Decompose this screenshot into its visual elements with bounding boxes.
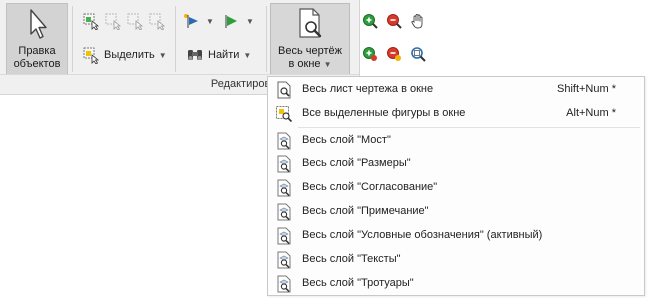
zoom-all-button[interactable]: Весь чертёж в окне ▼ (270, 3, 350, 75)
layer-zoom-icon (277, 132, 291, 150)
select-similar-icon[interactable] (148, 12, 166, 30)
select-icon (83, 47, 100, 64)
next-view-button[interactable]: ▼ (222, 12, 254, 30)
binoculars-icon (188, 50, 202, 60)
menu-item-label: Весь слой "Примечание" (302, 205, 429, 217)
edit-objects-label-2: объектов (13, 58, 61, 70)
menu-item-label: Весь слой "Мост" (302, 134, 391, 146)
layer-zoom-icon (277, 275, 291, 293)
menu-item-layer[interactable]: Весь слой "Примечание" (268, 200, 644, 224)
menu-item-label: Весь слой "Тротуары" (302, 277, 414, 289)
menu-item-label: Весь слой "Согласование" (302, 181, 438, 193)
select-button[interactable]: Выделить ▼ (82, 46, 167, 64)
select-by-layer-icon[interactable] (126, 12, 144, 30)
menu-item-shortcut: Alt+Num * (566, 107, 616, 119)
menu-item-label: Весь слой "Условные обозначения" (активн… (302, 229, 543, 241)
zoom-previous-icon[interactable] (362, 46, 378, 62)
chevron-down-icon: ▼ (206, 16, 214, 26)
menu-item-label: Весь слой "Размеры" (302, 157, 411, 169)
separator (175, 6, 176, 72)
menu-item-layer-active[interactable]: Весь слой "Условные обозначения" (активн… (268, 224, 644, 248)
layer-zoom-icon (277, 155, 291, 173)
menu-separator (298, 127, 640, 128)
zoom-in-icon[interactable] (362, 13, 378, 29)
menu-item-label: Весь слой "Тексты" (302, 253, 401, 265)
menu-item-sheet-in-window[interactable]: Весь лист чертежа в окне Shift+Num * (268, 78, 644, 102)
selection-zoom-icon (276, 106, 293, 123)
edit-objects-label-1: Правка (18, 45, 56, 57)
layer-zoom-icon (277, 251, 291, 269)
separator (266, 6, 267, 72)
chevron-down-icon: ▼ (323, 60, 332, 69)
zoom-window-icon[interactable] (410, 46, 426, 62)
zoom-out-icon[interactable] (386, 13, 402, 29)
pan-hand-icon[interactable] (410, 13, 426, 29)
flag-arrow-icon (184, 14, 198, 28)
zoom-all-label-2-text: в окне (288, 58, 321, 70)
menu-item-label: Весь лист чертежа в окне (302, 83, 434, 95)
chevron-down-icon: ▼ (246, 16, 254, 26)
menu-item-layer[interactable]: Весь слой "Согласование" (268, 176, 644, 200)
find-button[interactable]: Найти ▼ (186, 46, 251, 64)
zoom-all-label-1: Весь чертёж (278, 45, 342, 57)
menu-item-layer[interactable]: Весь слой "Тротуары" (268, 272, 644, 296)
edit-objects-button[interactable]: Правка объектов (6, 3, 68, 75)
separator (72, 6, 73, 72)
zoom-next-icon[interactable] (386, 46, 402, 62)
menu-item-selection-in-window[interactable]: Все выделенные фигуры в окне Alt+Num * (268, 102, 644, 126)
chevron-down-icon: ▼ (243, 50, 252, 60)
sheet-zoom-icon (277, 81, 291, 99)
cursor-icon (30, 9, 47, 39)
previous-view-button[interactable]: ▼ (182, 12, 214, 30)
find-label: Найти (208, 49, 240, 61)
select-all-icon[interactable] (82, 12, 100, 30)
layer-zoom-icon (277, 203, 291, 221)
select-by-type-icon[interactable] (104, 12, 122, 30)
layer-zoom-icon (277, 227, 291, 245)
menu-item-layer[interactable]: Весь слой "Мост" (268, 129, 644, 153)
menu-item-layer[interactable]: Весь слой "Тексты" (268, 248, 644, 272)
chevron-down-icon: ▼ (158, 50, 167, 60)
zoom-dropdown-menu: Весь лист чертежа в окне Shift+Num * Все… (267, 76, 645, 296)
layer-zoom-icon (277, 179, 291, 197)
menu-item-label: Все выделенные фигуры в окне (302, 107, 466, 119)
flag-arrow-icon (225, 15, 237, 28)
menu-item-layer[interactable]: Весь слой "Размеры" (268, 152, 644, 176)
menu-item-shortcut: Shift+Num * (557, 83, 616, 95)
zoom-all-label-2: в окне ▼ (288, 58, 331, 71)
select-label: Выделить (104, 49, 155, 61)
page-zoom-icon (299, 8, 322, 38)
